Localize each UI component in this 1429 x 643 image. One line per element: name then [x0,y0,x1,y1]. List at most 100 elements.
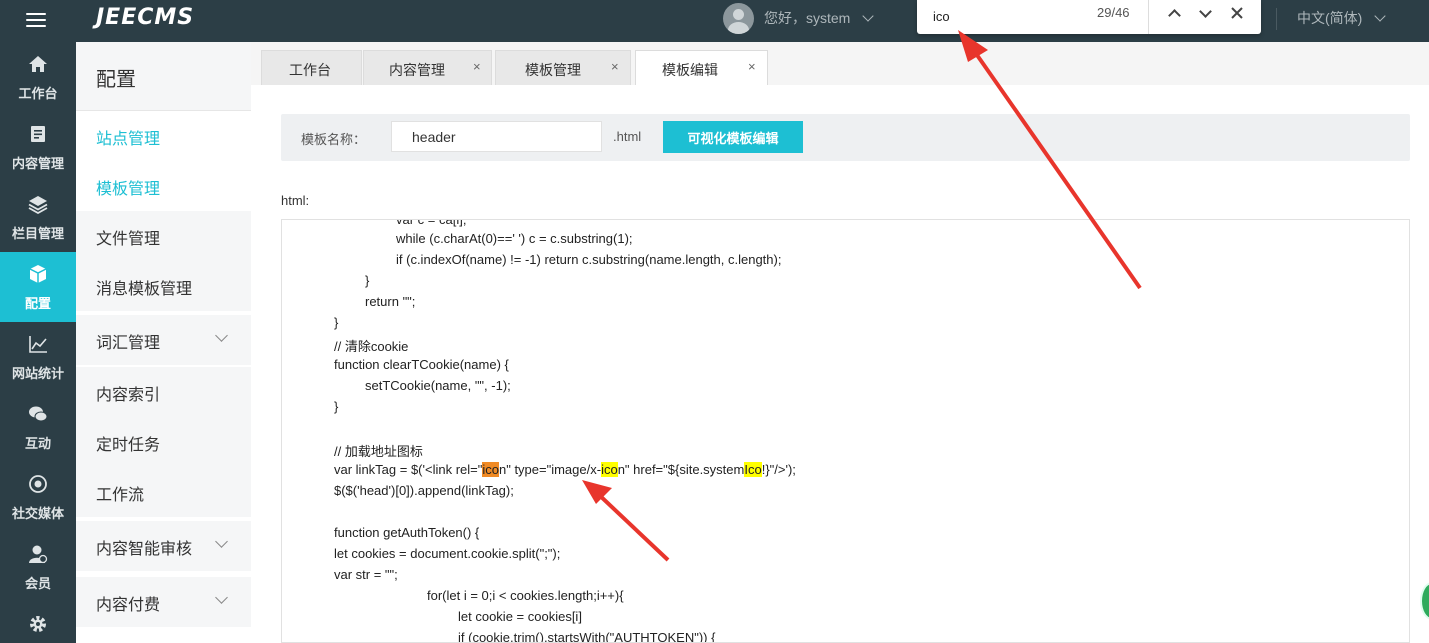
find-previous-button[interactable] [1161,2,1187,24]
nav-item-statistics[interactable]: 网站统计 [0,322,76,392]
tab-template-management[interactable]: 模板管理 × [495,50,631,85]
language-selector[interactable]: 中文(简体) [1297,2,1386,34]
nav-item-interaction[interactable]: 互动 [0,392,76,462]
nav-item-social-media[interactable]: 社交媒体 [0,462,76,532]
line-chart-icon [29,336,47,353]
code-line: // 加载地址图标 [334,444,423,459]
submenu-item-workflow[interactable]: 工作流 [76,467,251,517]
page-tabs: 工作台 内容管理 × 模板管理 × 模板编辑 × [251,42,1429,85]
chevron-down-icon [215,535,228,548]
submenu-item-vocabulary[interactable]: 词汇管理 [76,315,251,365]
search-match: Ico [744,462,762,477]
target-icon [29,475,47,493]
code-editor[interactable]: var c = ca[i]; while (c.charAt(0)==' ') … [281,219,1410,643]
layers-icon [28,196,48,214]
nav-item-config[interactable]: 配置 [0,252,76,322]
close-icon[interactable]: × [748,59,756,74]
home-icon [29,56,47,72]
submenu-item-label: 词汇管理 [96,335,161,352]
tab-label: 工作台 [289,62,331,78]
hamburger-menu-icon[interactable] [26,9,48,31]
divider [1148,0,1149,34]
code-line: let cookie = cookies[i] [458,609,582,624]
code-line-link-tag: var linkTag = $('<link rel="icon" type="… [334,462,796,477]
submenu-item-label: 内容智能审核 [96,541,193,558]
submenu-item-label: 站点管理 [96,131,161,148]
submenu-item-label: 内容索引 [96,387,161,404]
code-text: !}"/>'); [761,462,796,477]
member-icon [29,545,48,564]
tab-label: 模板编辑 [662,62,718,78]
submenu-item-paid-content[interactable]: 内容付费 [76,577,251,627]
submenu-item-label: 定时任务 [96,437,161,454]
code-line: $($('head')[0]).append(linkTag); [334,483,514,498]
nav-item-members[interactable]: 会员 [0,532,76,602]
submenu-item-label: 工作流 [96,487,145,504]
cube-icon [29,265,47,283]
code-line: function getAuthToken() { [334,525,480,540]
app-logo: JEECMS [96,5,195,30]
nav-item-workbench[interactable]: 工作台 [0,42,76,112]
nav-item-label: 配置 [24,296,51,311]
submenu-item-templates[interactable]: 模板管理 [76,161,251,211]
close-icon[interactable]: × [473,59,481,74]
code-line: while (c.charAt(0)==' ') c = c.substring… [396,231,633,246]
html-label: html: [281,193,310,208]
user-menu[interactable]: 您好，system [723,2,875,34]
code-line: var c = ca[i]; [396,219,467,227]
submenu-item-files[interactable]: 文件管理 [76,211,251,261]
chevron-down-icon [862,10,875,22]
submenu-item-message-templates[interactable]: 消息模板管理 [76,261,251,311]
code-line: return ""; [365,294,416,309]
tab-label: 模板管理 [525,62,581,78]
code-text: var linkTag = $('<link rel=" [334,462,483,477]
nav-item-content[interactable]: 内容管理 [0,112,76,182]
code-line: for(let i = 0;i < cookies.length;i++){ [427,588,624,603]
code-line: } [334,399,339,414]
submenu-item-smart-review[interactable]: 内容智能审核 [76,521,251,571]
search-match-current: ico [482,462,499,477]
close-icon[interactable]: × [611,59,619,74]
submenu-title: 配置 [96,69,136,91]
template-name-label: 模板名称： [301,132,367,147]
template-name-input[interactable] [391,121,602,152]
nav-item-settings[interactable] [0,602,76,643]
submenu-item-label: 内容付费 [96,597,161,614]
code-line: if (cookie.trim().startsWith("AUTHTOKEN"… [458,630,716,643]
nav-item-label: 会员 [24,576,51,591]
submenu-item-site[interactable]: 站点管理 [76,111,251,161]
code-line: if (c.indexOf(name) != -1) return c.subs… [396,252,782,267]
submenu-item-scheduled-tasks[interactable]: 定时任务 [76,417,251,467]
gear-icon [30,616,46,632]
nav-item-channels[interactable]: 栏目管理 [0,182,76,252]
user-greeting: 您好，system [764,10,851,26]
find-input[interactable] [927,4,1087,28]
divider [1276,8,1277,30]
language-label: 中文(简体) [1297,10,1363,26]
code-line: setTCookie(name, "", -1); [365,378,511,393]
tab-content-management[interactable]: 内容管理 × [363,50,492,85]
find-close-button[interactable] [1224,2,1250,24]
nav-item-label: 互动 [24,436,51,451]
config-submenu: 配置 站点管理 模板管理 文件管理 消息模板管理 词汇管理 内容索引 定时任务 … [76,42,251,643]
nav-item-label: 工作台 [18,86,58,101]
document-edit-icon [31,126,45,142]
tab-workbench[interactable]: 工作台 [261,50,362,85]
code-line: } [334,315,339,330]
chat-bubbles-icon [29,406,48,422]
code-line: var str = ""; [334,567,398,582]
close-icon [1231,7,1243,19]
chevron-down-icon [215,591,228,604]
find-next-button[interactable] [1192,2,1218,24]
nav-item-label: 网站统计 [11,366,64,381]
search-match: ico [601,462,618,477]
tab-template-edit[interactable]: 模板编辑 × [635,50,768,85]
visual-edit-button[interactable]: 可视化模板编辑 [663,121,803,153]
submenu-item-content-index[interactable]: 内容索引 [76,367,251,417]
nav-item-label: 内容管理 [11,156,64,171]
code-line: } [365,273,370,288]
submenu-item-label: 消息模板管理 [96,281,193,298]
code-text: n" href="${site.system [617,462,745,477]
find-match-count: 29/46 [1097,5,1130,20]
chevron-down-icon [215,329,228,342]
